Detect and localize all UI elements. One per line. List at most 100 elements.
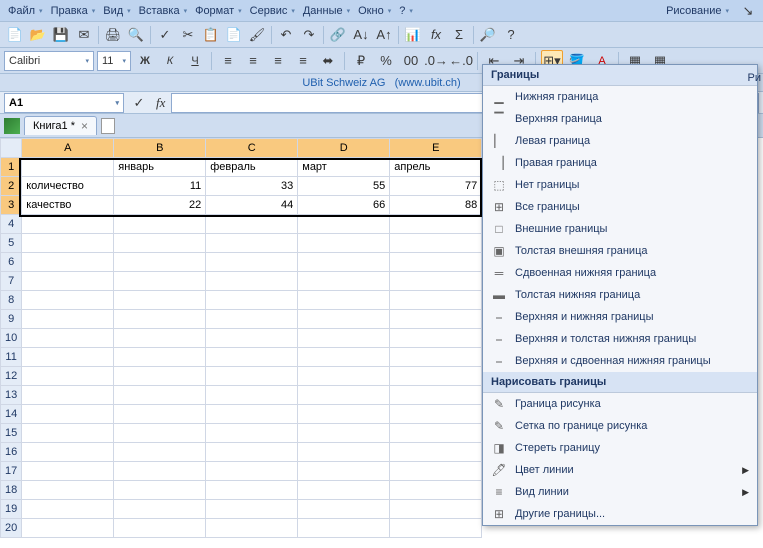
paste-icon[interactable]: 📄: [223, 24, 245, 46]
dec-decimal-icon[interactable]: ←.0: [450, 50, 472, 72]
border-left-item[interactable]: ▏Левая граница: [483, 130, 757, 152]
menu-edit[interactable]: Правка: [47, 3, 100, 19]
fx-wizard-icon[interactable]: ✓: [128, 92, 150, 114]
col-header[interactable]: D: [298, 139, 390, 158]
percent-icon[interactable]: %: [375, 50, 397, 72]
sort-asc-icon[interactable]: A↓: [350, 24, 372, 46]
sort-desc-icon[interactable]: A↑: [373, 24, 395, 46]
row-header[interactable]: 7: [1, 272, 22, 291]
cell[interactable]: количество: [22, 177, 114, 196]
line-style-item[interactable]: ≡Вид линии▶: [483, 481, 757, 503]
border-thick-bottom-item[interactable]: ▬Толстая нижняя граница: [483, 284, 757, 306]
border-outside-item[interactable]: □Внешние границы: [483, 218, 757, 240]
row-header[interactable]: 1: [1, 158, 22, 177]
more-borders-item[interactable]: ⊞Другие границы...: [483, 503, 757, 525]
currency-icon[interactable]: ₽: [350, 50, 372, 72]
menu-help[interactable]: ?: [395, 3, 417, 19]
draw-border-grid-item[interactable]: ✎Сетка по границе рисунка: [483, 415, 757, 437]
cell[interactable]: 88: [390, 196, 482, 215]
align-right-icon[interactable]: ≡: [267, 50, 289, 72]
underline-icon[interactable]: Ч: [184, 50, 206, 72]
chart-icon[interactable]: 📊: [402, 24, 424, 46]
row-header[interactable]: 10: [1, 329, 22, 348]
line-color-item[interactable]: 🖊Цвет линии▶: [483, 459, 757, 481]
align-left-icon[interactable]: ≡: [217, 50, 239, 72]
col-header[interactable]: A: [22, 139, 114, 158]
save-icon[interactable]: 💾: [50, 24, 72, 46]
row-header[interactable]: 18: [1, 481, 22, 500]
new-tab-icon[interactable]: [101, 118, 115, 134]
merge-icon[interactable]: ⬌: [317, 50, 339, 72]
border-bottom-item[interactable]: ▁Нижняя граница: [483, 86, 757, 108]
align-center-icon[interactable]: ≡: [242, 50, 264, 72]
row-header[interactable]: 15: [1, 424, 22, 443]
cell[interactable]: качество: [22, 196, 114, 215]
company-url[interactable]: (www.ubit.ch): [395, 77, 461, 89]
border-top-item[interactable]: ▔Верхняя граница: [483, 108, 757, 130]
help-icon[interactable]: ?: [500, 24, 522, 46]
cell[interactable]: 22: [114, 196, 206, 215]
border-none-item[interactable]: ⬚Нет границы: [483, 174, 757, 196]
menu-drawing[interactable]: Рисование: [662, 3, 733, 19]
cell[interactable]: 77: [390, 177, 482, 196]
cell[interactable]: 44: [206, 196, 298, 215]
menu-data[interactable]: Данные: [299, 3, 354, 19]
fx-icon[interactable]: fx: [425, 24, 447, 46]
border-top-bottom-item[interactable]: ⎯Верхняя и нижняя границы: [483, 306, 757, 328]
cell[interactable]: 11: [114, 177, 206, 196]
border-all-item[interactable]: ⊞Все границы: [483, 196, 757, 218]
font-name-combo[interactable]: Calibri: [4, 51, 94, 71]
menu-view[interactable]: Вид: [99, 3, 134, 19]
undo-icon[interactable]: ↶: [275, 24, 297, 46]
row-header[interactable]: 4: [1, 215, 22, 234]
font-size-combo[interactable]: 11: [97, 51, 131, 71]
cell[interactable]: [22, 158, 114, 177]
row-header[interactable]: 19: [1, 500, 22, 519]
close-icon[interactable]: ×: [81, 119, 88, 133]
row-header[interactable]: 9: [1, 310, 22, 329]
inc-decimal-icon[interactable]: .0→: [425, 50, 447, 72]
menu-format[interactable]: Формат: [191, 3, 246, 19]
print-icon[interactable]: 🖨: [102, 24, 124, 46]
row-header[interactable]: 17: [1, 462, 22, 481]
border-right-item[interactable]: ▕Правая граница: [483, 152, 757, 174]
row-header[interactable]: 13: [1, 386, 22, 405]
cell-reference[interactable]: A1: [4, 93, 124, 113]
draw-border-item[interactable]: ✎Граница рисунка: [483, 393, 757, 415]
cell[interactable]: январь: [114, 158, 206, 177]
align-justify-icon[interactable]: ≡: [292, 50, 314, 72]
cell[interactable]: 55: [298, 177, 390, 196]
preview-icon[interactable]: 🔍: [125, 24, 147, 46]
open-icon[interactable]: 📂: [27, 24, 49, 46]
col-header[interactable]: C: [206, 139, 298, 158]
redo-icon[interactable]: ↷: [298, 24, 320, 46]
erase-border-item[interactable]: ◨Стереть границу: [483, 437, 757, 459]
border-top-double-bottom-item[interactable]: ⎯Верхняя и сдвоенная нижняя границы: [483, 350, 757, 372]
menu-insert[interactable]: Вставка: [135, 3, 191, 19]
row-header[interactable]: 12: [1, 367, 22, 386]
arrow-icon[interactable]: ↘: [737, 0, 759, 22]
italic-icon[interactable]: К: [159, 50, 181, 72]
border-double-bottom-item[interactable]: ═Сдвоенная нижняя граница: [483, 262, 757, 284]
row-header[interactable]: 20: [1, 519, 22, 538]
row-header[interactable]: 16: [1, 443, 22, 462]
menu-file[interactable]: Файл: [4, 3, 47, 19]
row-header[interactable]: 11: [1, 348, 22, 367]
col-header[interactable]: B: [114, 139, 206, 158]
sum-icon[interactable]: Σ: [448, 24, 470, 46]
cell[interactable]: 33: [206, 177, 298, 196]
cut-icon[interactable]: ✂: [177, 24, 199, 46]
menu-window[interactable]: Окно: [354, 3, 395, 19]
row-header[interactable]: 3: [1, 196, 22, 215]
cell[interactable]: март: [298, 158, 390, 177]
row-header[interactable]: 2: [1, 177, 22, 196]
border-top-thick-bottom-item[interactable]: ⎯Верхняя и толстая нижняя границы: [483, 328, 757, 350]
row-header[interactable]: 5: [1, 234, 22, 253]
border-thick-outside-item[interactable]: ▣Толстая внешняя граница: [483, 240, 757, 262]
row-header[interactable]: 14: [1, 405, 22, 424]
cell[interactable]: 66: [298, 196, 390, 215]
comma-icon[interactable]: 00: [400, 50, 422, 72]
bold-icon[interactable]: Ж: [134, 50, 156, 72]
workbook-tab[interactable]: Книга1 * ×: [24, 116, 97, 135]
new-icon[interactable]: 📄: [4, 24, 26, 46]
